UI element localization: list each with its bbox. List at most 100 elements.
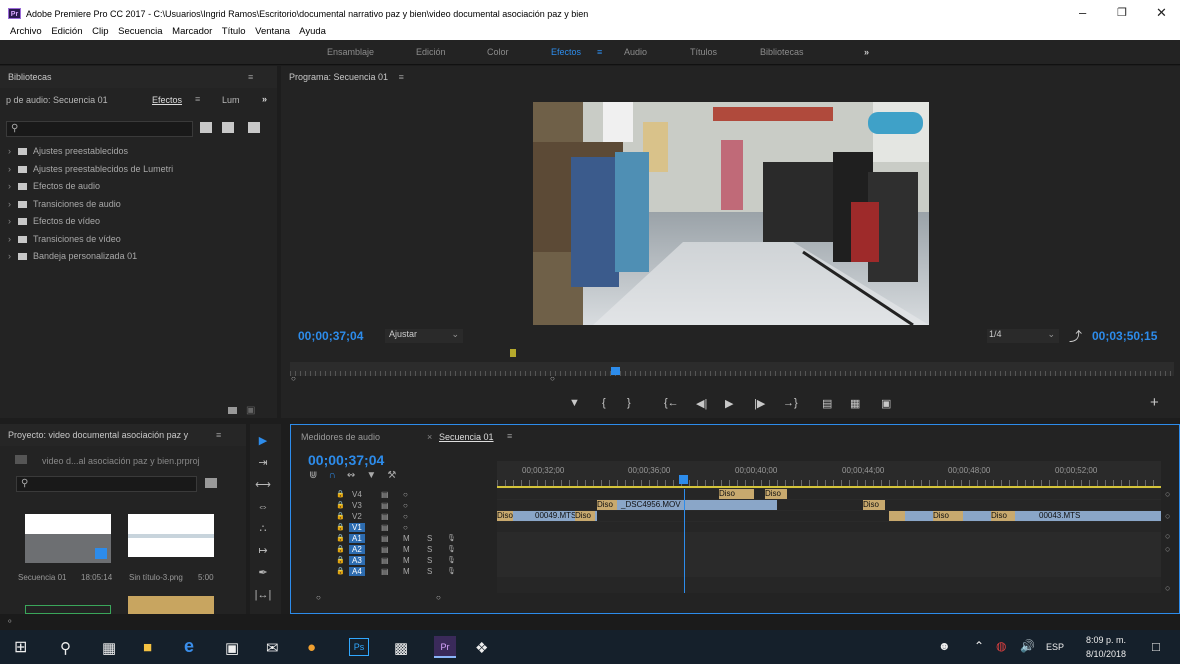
- sync-lock-icon[interactable]: ▤: [381, 566, 389, 577]
- eye-icon[interactable]: ○: [403, 489, 408, 500]
- clock-date[interactable]: 8/10/2018: [1086, 649, 1126, 659]
- new-bin-icon[interactable]: [228, 407, 237, 414]
- track-label[interactable]: A1: [349, 534, 365, 543]
- hand-tool-icon[interactable]: |↔|: [250, 584, 276, 606]
- project-search-input[interactable]: ⚲: [16, 476, 197, 492]
- transition-clip[interactable]: Diso: [863, 500, 885, 510]
- tab-lumetri[interactable]: Lum: [222, 95, 240, 105]
- transition-clip[interactable]: Diso: [575, 511, 595, 521]
- panel-menu-icon[interactable]: ≡: [399, 72, 404, 82]
- mute-button[interactable]: M: [403, 544, 410, 555]
- workspace-audio[interactable]: Audio: [624, 47, 647, 57]
- extract-icon[interactable]: ▦: [850, 397, 860, 410]
- workspace-ensamblaje[interactable]: Ensamblaje: [327, 47, 374, 57]
- timeline-timecode[interactable]: 00;00;37;04: [308, 452, 384, 468]
- transition-clip[interactable]: Diso: [765, 489, 787, 499]
- sync-lock-icon[interactable]: ▤: [381, 522, 389, 533]
- zoom-handle-right[interactable]: ○: [550, 374, 555, 383]
- add-marker-icon[interactable]: ▼: [366, 470, 376, 481]
- track-select-tool-icon[interactable]: ⇥: [250, 452, 276, 474]
- track-label[interactable]: V4: [349, 490, 365, 499]
- windows-start-icon[interactable]: ⊞: [14, 637, 27, 657]
- task-view-icon[interactable]: ▦: [102, 639, 116, 657]
- accelerated-effects-icon[interactable]: [200, 122, 212, 133]
- notifications-icon[interactable]: □: [1152, 639, 1160, 654]
- edge-browser-icon[interactable]: e: [184, 636, 194, 657]
- work-area-bar[interactable]: [497, 486, 1161, 488]
- eye-icon[interactable]: ○: [403, 500, 408, 511]
- menu-titulo[interactable]: Título: [222, 26, 246, 37]
- sequence-thumbnail[interactable]: [25, 514, 111, 563]
- mute-button[interactable]: M: [403, 555, 410, 566]
- zoom-handle-left[interactable]: ○: [316, 593, 321, 602]
- tree-item[interactable]: › Ajustes preestablecidos de Lumetri: [8, 161, 268, 179]
- track-label[interactable]: V3: [349, 501, 365, 510]
- panel-menu-icon[interactable]: ≡: [507, 431, 512, 441]
- export-frame-icon[interactable]: ▣: [881, 397, 891, 410]
- sync-lock-icon[interactable]: ▤: [381, 511, 389, 522]
- workspace-menu-icon[interactable]: ≡: [597, 47, 602, 57]
- selection-tool-icon[interactable]: ▶: [250, 430, 276, 452]
- menu-clip[interactable]: Clip: [92, 26, 108, 37]
- tree-item[interactable]: › Transiciones de vídeo: [8, 231, 268, 249]
- tab-effects[interactable]: Efectos: [152, 95, 182, 105]
- search-icon[interactable]: ⚲: [60, 639, 71, 657]
- tab-audio-mixer[interactable]: p de audio: Secuencia 01: [6, 95, 108, 105]
- sync-lock-icon[interactable]: ▤: [381, 544, 389, 555]
- photoshop-icon[interactable]: Ps: [349, 638, 369, 656]
- quality-dropdown[interactable]: 1/4 ⌄: [987, 329, 1059, 343]
- menu-archivo[interactable]: Archivo: [10, 26, 42, 37]
- pen-tool-icon[interactable]: ✒: [250, 562, 276, 584]
- video-thumbnail[interactable]: [128, 596, 214, 614]
- chrome-icon[interactable]: ●: [307, 639, 316, 656]
- close-icon[interactable]: ✕: [1156, 5, 1167, 21]
- video-clip-v3[interactable]: _DSC4956.MOV: [597, 500, 777, 510]
- menu-marcador[interactable]: Marcador: [172, 26, 212, 37]
- notes-icon[interactable]: ▩: [394, 639, 408, 657]
- tree-item[interactable]: › Ajustes preestablecidos: [8, 143, 268, 161]
- lock-icon[interactable]: 🔒: [336, 555, 345, 566]
- step-forward-icon[interactable]: |▶: [754, 397, 765, 410]
- track-label[interactable]: V2: [349, 512, 365, 521]
- add-marker-icon[interactable]: ▼: [569, 397, 580, 409]
- slip-tool-icon[interactable]: ↦: [250, 540, 276, 562]
- snap-icon[interactable]: ∩: [329, 470, 336, 481]
- sync-lock-icon[interactable]: ▤: [381, 533, 389, 544]
- microphone-icon[interactable]: 🎙: [447, 544, 456, 555]
- lock-icon[interactable]: 🔒: [336, 533, 345, 544]
- transition-clip[interactable]: Diso: [933, 511, 963, 521]
- solo-button[interactable]: S: [427, 566, 432, 577]
- microphone-icon[interactable]: 🎙: [447, 566, 456, 577]
- eye-icon[interactable]: ○: [403, 511, 408, 522]
- tree-item[interactable]: › Bandeja personalizada 01: [8, 248, 268, 266]
- program-timecode[interactable]: 00;00;37;04: [298, 329, 363, 343]
- transition-clip[interactable]: Diso: [497, 511, 513, 521]
- panel-menu-icon[interactable]: ≡: [216, 424, 221, 446]
- lock-icon[interactable]: 🔒: [336, 489, 345, 500]
- scroll-handle[interactable]: ○: [1165, 583, 1170, 593]
- tree-item[interactable]: › Efectos de vídeo: [8, 213, 268, 231]
- trash-icon[interactable]: ▣: [246, 405, 255, 416]
- file-explorer-icon[interactable]: ■: [143, 639, 152, 656]
- volume-icon[interactable]: 🔊: [1020, 639, 1035, 653]
- sync-lock-icon[interactable]: ▤: [381, 500, 389, 511]
- paint-icon[interactable]: ❖: [475, 639, 488, 657]
- eye-icon[interactable]: ○: [403, 522, 408, 533]
- more-workspaces-icon[interactable]: »: [864, 47, 869, 57]
- lock-icon[interactable]: 🔒: [336, 566, 345, 577]
- mail-icon[interactable]: ✉: [266, 639, 279, 657]
- track-label[interactable]: A4: [349, 567, 365, 576]
- network-icon[interactable]: ◍: [996, 639, 1006, 653]
- scroll-handle[interactable]: ○: [1165, 511, 1170, 521]
- tab-menu-icon[interactable]: ≡: [195, 94, 200, 104]
- scroll-handle[interactable]: ○: [1165, 489, 1170, 499]
- add-button-icon[interactable]: +: [1150, 394, 1159, 411]
- lock-icon[interactable]: 🔒: [336, 500, 345, 511]
- mute-button[interactable]: M: [403, 566, 410, 577]
- program-scrub-bar[interactable]: [290, 362, 1174, 376]
- go-to-out-icon[interactable]: →}: [783, 397, 798, 409]
- menu-edicion[interactable]: Edición: [51, 26, 82, 37]
- workspace-edicion[interactable]: Edición: [416, 47, 446, 57]
- zoom-handle-right[interactable]: ○: [436, 593, 441, 602]
- transition-clip[interactable]: Diso: [991, 511, 1015, 521]
